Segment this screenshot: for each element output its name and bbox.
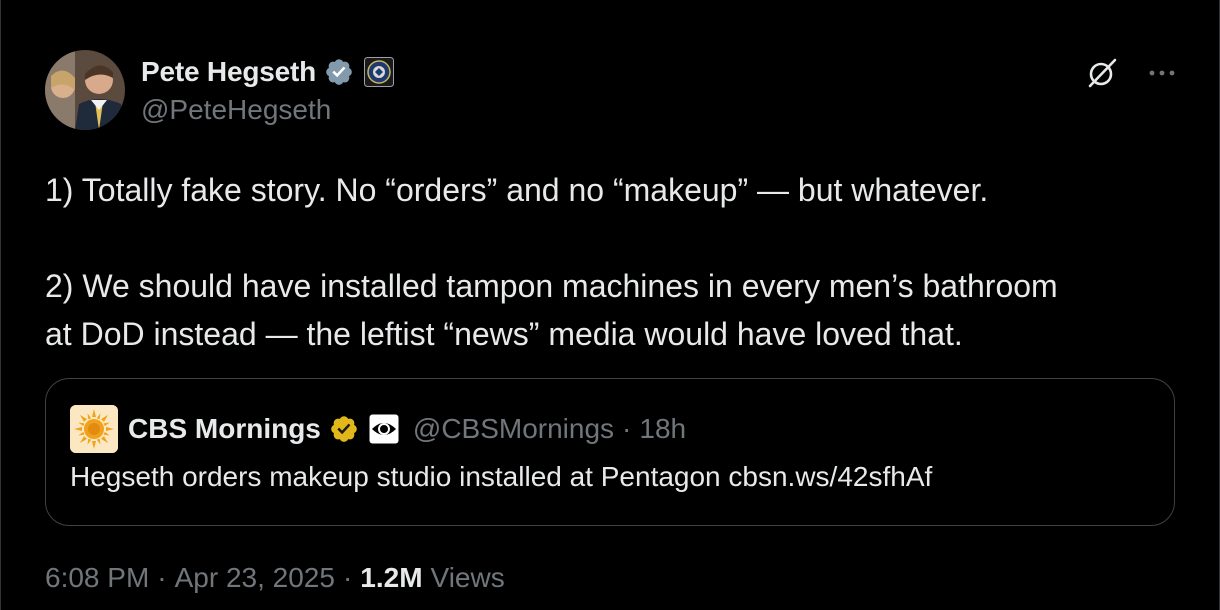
quoted-author-name[interactable]: CBS Mornings [128, 413, 321, 445]
tweet-meta: 6:08 PM · Apr 23, 2025 · 1.2M Views [45, 562, 505, 594]
quoted-author-handle[interactable]: @CBSMornings [413, 413, 614, 445]
tweet-paragraph-2-line-2: at DoD instead — the leftist “news” medi… [45, 316, 963, 352]
meta-separator: · [342, 562, 353, 593]
author-display-name[interactable]: Pete Hegseth [141, 56, 316, 88]
more-icon[interactable] [1145, 56, 1179, 90]
tweet-paragraph-1: 1) Totally fake story. No “orders” and n… [45, 172, 989, 208]
separator-dot: · [622, 413, 632, 444]
author-avatar[interactable] [45, 50, 125, 130]
tweet-text: 1) Totally fake story. No “orders” and n… [45, 166, 1185, 358]
avatar-image [45, 50, 125, 130]
author-name-block: Pete Hegseth @PeteHegseth [141, 52, 394, 126]
top-actions [1085, 56, 1179, 90]
name-row: Pete Hegseth [141, 52, 394, 92]
gold-verified-badge-icon[interactable] [329, 414, 359, 444]
verified-badge-icon[interactable] [324, 57, 354, 87]
views-count[interactable]: 1.2M [360, 562, 422, 594]
quoted-post-time[interactable]: 18h [639, 413, 686, 445]
grok-icon[interactable] [1085, 56, 1119, 90]
quoted-author-avatar[interactable] [70, 405, 118, 453]
tweet-frame: Pete Hegseth @PeteHegseth 1) Totally fak… [0, 0, 1220, 610]
quoted-post-card[interactable]: CBS Mornings @CBSMornings · 18h Hegseth … [45, 378, 1175, 526]
dod-seal-icon[interactable] [364, 57, 394, 87]
views-label[interactable]: Views [431, 562, 505, 594]
meta-separator: · [157, 562, 167, 593]
tweet-paragraph-2-line-1: 2) We should have installed tampon machi… [45, 268, 1058, 304]
cbs-eye-icon[interactable] [369, 414, 399, 444]
tweet-header: Pete Hegseth @PeteHegseth [45, 50, 1179, 132]
quoted-post-header: CBS Mornings @CBSMornings · 18h [70, 405, 686, 453]
sun-logo-icon [70, 405, 118, 453]
author-handle[interactable]: @PeteHegseth [141, 94, 394, 126]
post-time[interactable]: 6:08 PM [45, 562, 149, 594]
quoted-post-text: Hegseth orders makeup studio installed a… [70, 461, 933, 492]
post-date[interactable]: Apr 23, 2025 [175, 562, 335, 594]
